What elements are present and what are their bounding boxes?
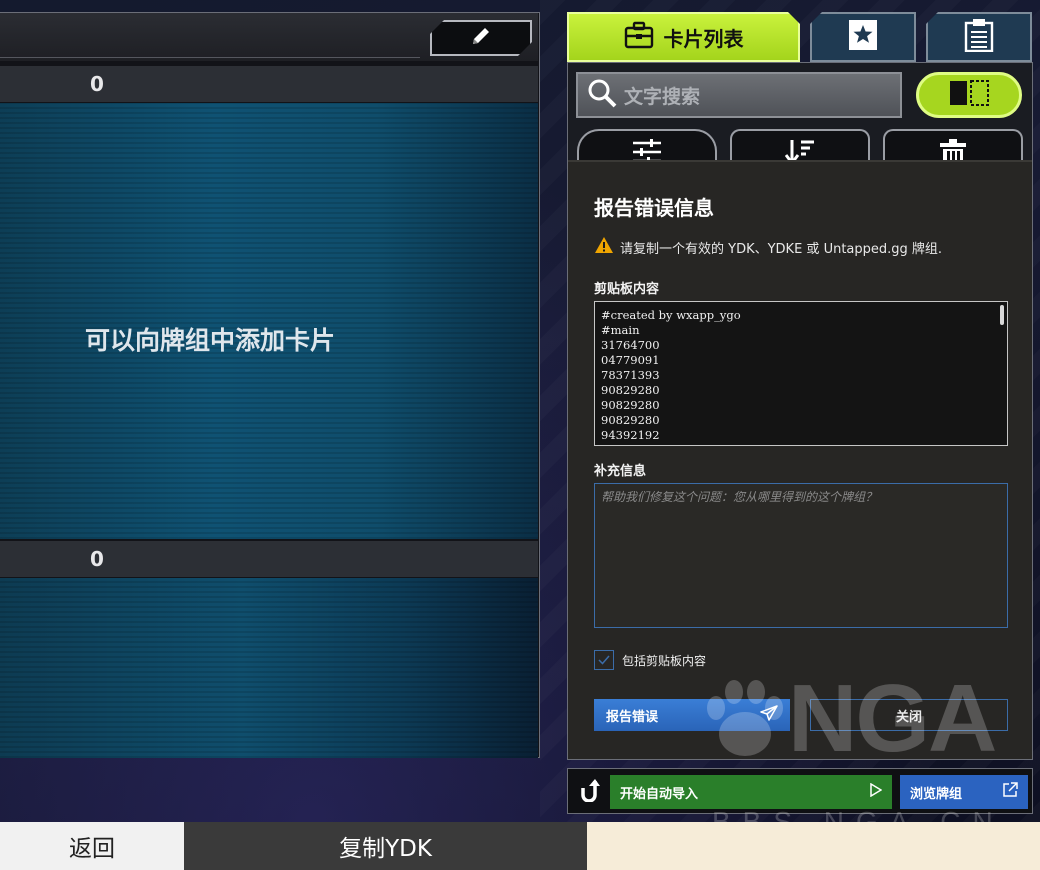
include-clipboard-label: 包括剪贴板内容	[622, 653, 707, 668]
deck-name-underline	[0, 57, 420, 58]
pencil-icon	[469, 24, 493, 52]
view-mode-toggle[interactable]	[916, 72, 1022, 118]
report-error-button[interactable]: 报告错误	[594, 699, 790, 731]
search-placeholder: 文字搜索	[624, 85, 701, 108]
tab-clipboard[interactable]	[926, 12, 1032, 62]
clipboard-line: #created by wxapp_ygo	[601, 308, 741, 322]
undo-import-button[interactable]	[576, 778, 602, 806]
clipboard-line: 94392192	[601, 428, 660, 442]
dialog-warning: 请复制一个有效的 YDK、YDKE 或 Untapped.gg 牌组.	[594, 236, 942, 258]
clipboard-line: 90829280	[601, 398, 660, 412]
tab-card-list-label: 卡片列表	[663, 26, 744, 51]
u-turn-icon	[578, 778, 600, 806]
warning-icon	[594, 236, 614, 258]
clipboard-line: #main	[601, 323, 640, 337]
extra-deck-zone[interactable]	[0, 578, 538, 758]
send-icon	[760, 705, 778, 725]
notes-label: 补充信息	[594, 464, 647, 479]
footer-bar: 返回 复制YDK	[0, 822, 1040, 870]
include-clipboard-option[interactable]: 包括剪贴板内容	[594, 650, 706, 670]
bookmark-star-icon	[848, 19, 878, 55]
footer-spacer	[587, 822, 1040, 870]
extra-deck-count: 0	[90, 547, 104, 571]
check-icon	[598, 655, 610, 665]
view-mode-icon	[949, 79, 989, 111]
dialog-title: 报告错误信息	[594, 196, 714, 220]
clipboard-line: 31764700	[601, 338, 660, 352]
edit-deck-name-button[interactable]	[430, 20, 532, 56]
copy-ydk-button[interactable]: 复制YDK	[184, 822, 587, 870]
browse-decks-label: 浏览牌组	[910, 786, 963, 802]
extra-deck-count-bar: 0	[0, 541, 538, 577]
play-icon	[870, 782, 883, 801]
empty-deck-hint: 可以向牌组中添加卡片	[84, 326, 335, 355]
browse-decks-button[interactable]: 浏览牌组	[900, 775, 1028, 809]
report-error-label: 报告错误	[606, 709, 659, 725]
clipboard-line: 90829280	[601, 383, 660, 397]
search-icon	[586, 77, 618, 113]
tab-card-list[interactable]: 卡片列表	[567, 12, 800, 62]
main-deck-count: 0	[90, 72, 104, 96]
tab-favorites[interactable]	[810, 12, 916, 62]
external-link-icon	[1002, 782, 1018, 802]
clipboard-line: 78371393	[601, 368, 660, 382]
auto-import-button[interactable]: 开始自动导入	[610, 775, 892, 809]
notes-textarea[interactable]	[594, 483, 1008, 628]
clipboard-line: 90829280	[601, 413, 660, 427]
clipboard-label: 剪贴板内容	[594, 282, 660, 297]
clipboard-icon	[964, 18, 994, 56]
report-error-dialog: 报告错误信息 请复制一个有效的 YDK、YDKE 或 Untapped.gg 牌…	[568, 162, 1032, 759]
briefcase-icon	[624, 20, 654, 55]
main-deck-count-bar: 0	[0, 66, 538, 102]
clipboard-scrollbar[interactable]	[1000, 305, 1004, 325]
include-clipboard-checkbox[interactable]	[594, 650, 614, 670]
deck-panel: 0 可以向牌组中添加卡片 0	[0, 12, 540, 758]
close-button[interactable]: 关闭	[810, 699, 1008, 731]
main-deck-zone[interactable]: 可以向牌组中添加卡片	[0, 103, 538, 539]
dialog-warning-text: 请复制一个有效的 YDK、YDKE 或 Untapped.gg 牌组.	[620, 241, 943, 257]
back-button[interactable]: 返回	[0, 822, 184, 870]
clipboard-content[interactable]: #created by wxapp_ygo #main 31764700 047…	[594, 301, 1008, 446]
clipboard-line: 04779091	[601, 353, 660, 367]
deck-header	[0, 13, 538, 61]
auto-import-label: 开始自动导入	[620, 786, 699, 802]
search-input[interactable]: 文字搜索	[576, 72, 902, 118]
import-bar: 开始自动导入 浏览牌组	[567, 768, 1033, 814]
